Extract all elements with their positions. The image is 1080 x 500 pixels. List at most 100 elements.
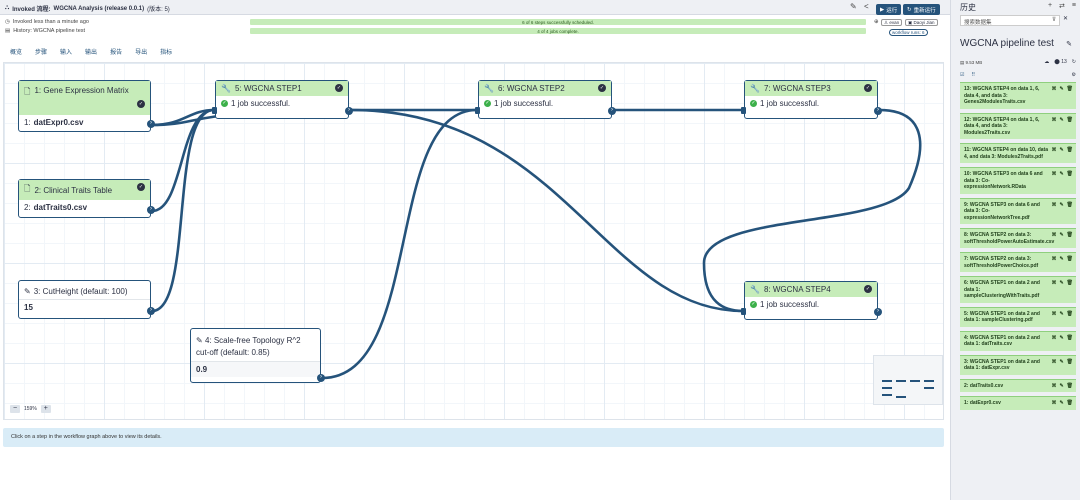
node-5-input-port[interactable]: [212, 107, 217, 114]
delete-icon[interactable]: 🗑: [1067, 400, 1073, 407]
run-button[interactable]: ▶ 运行: [876, 4, 902, 15]
node-7-output-port[interactable]: ›: [874, 107, 882, 115]
delete-icon[interactable]: 🗑: [1067, 117, 1073, 124]
delete-icon[interactable]: 🗑: [1067, 232, 1073, 239]
history-item[interactable]: 7: WGCNA STEP2 on data 3: softThresholdP…: [960, 252, 1076, 272]
workflow-minimap[interactable]: [873, 355, 943, 405]
history-item[interactable]: 4: WGCNA STEP1 on data 2 and data 1: dat…: [960, 330, 1076, 351]
view-icon[interactable]: ⌘: [1051, 359, 1056, 366]
view-icon[interactable]: ⌘: [1051, 117, 1056, 124]
new-history-icon[interactable]: +: [1048, 2, 1052, 10]
edit-icon[interactable]: ✎: [1059, 171, 1063, 178]
history-item[interactable]: 3: WGCNA STEP1 on data 2 and data 1: dat…: [960, 354, 1076, 375]
zoom-in-button[interactable]: +: [40, 405, 51, 413]
workflow-node-8[interactable]: 🔧 8: WGCNA STEP4 ✓ ✓ 1 job successful. ›: [741, 281, 882, 320]
node-6-output-port[interactable]: ›: [608, 107, 616, 115]
node-8-output-port[interactable]: ›: [874, 308, 882, 316]
node-2-output-port[interactable]: ›: [147, 206, 155, 214]
dataset-count[interactable]: ⬤ 13: [1054, 59, 1067, 65]
delete-icon[interactable]: 🗑: [1067, 256, 1073, 263]
workflow-node-1[interactable]: 🗋 1: Gene Expression Matrix ✓ 1: datExpr…: [18, 80, 155, 132]
delete-icon[interactable]: 🗑: [1067, 280, 1073, 287]
clear-search-icon[interactable]: ✕: [1063, 15, 1068, 22]
workflow-node-3[interactable]: ✎ 3: CutHeight (default: 100) 15 ›: [18, 280, 155, 319]
edit-icon[interactable]: ✎: [1059, 147, 1063, 154]
history-search-input[interactable]: 搜索数据集 ⊽: [960, 15, 1060, 26]
view-icon[interactable]: ⌘: [1051, 202, 1056, 209]
tab-outputs[interactable]: 输出: [85, 47, 97, 56]
delete-icon[interactable]: 🗑: [1067, 359, 1073, 366]
edit-icon[interactable]: ✎: [1059, 280, 1063, 287]
view-icon[interactable]: ⌘: [1051, 335, 1056, 342]
history-item[interactable]: 13: WGCNA STEP4 on data 1, 6, data 4, an…: [960, 82, 1076, 109]
filter-icon[interactable]: ⊽: [1052, 17, 1056, 23]
workflow-node-2[interactable]: 🗋 2: Clinical Traits Table ✓ 2: datTrait…: [18, 179, 155, 218]
rerun-button[interactable]: ↻ 重新运行: [903, 4, 940, 15]
workflow-node-7[interactable]: 🔧 7: WGCNA STEP3 ✓ ✓ 1 job successful. ›: [741, 80, 882, 119]
view-icon[interactable]: ⌘: [1051, 147, 1056, 154]
zoom-out-button[interactable]: −: [10, 405, 20, 413]
node-6-input-port[interactable]: [475, 107, 480, 114]
edit-icon[interactable]: ✎: [1059, 232, 1063, 239]
edit-icon[interactable]: ✎: [1059, 202, 1063, 209]
node-4-output-port[interactable]: ›: [317, 374, 325, 382]
edit-icon[interactable]: ✎: [1059, 400, 1063, 407]
edit-history-icon[interactable]: ✎: [1066, 40, 1072, 48]
delete-icon[interactable]: 🗑: [1067, 171, 1073, 178]
tab-inputs[interactable]: 输入: [60, 47, 72, 56]
tab-export[interactable]: 导出: [135, 47, 147, 56]
gear-icon[interactable]: ⚙: [1072, 72, 1076, 78]
edit-icon[interactable]: ✎: [850, 3, 857, 11]
workflow-canvas[interactable]: 🗋 1: Gene Expression Matrix ✓ 1: datExpr…: [3, 62, 944, 420]
delete-icon[interactable]: 🗑: [1067, 335, 1073, 342]
history-item[interactable]: 5: WGCNA STEP1 on data 2 and data 1: sam…: [960, 306, 1076, 327]
history-item[interactable]: 1: datExpr0.csv ⌘ ✎ 🗑: [960, 396, 1076, 410]
node-7-input-port[interactable]: [741, 107, 746, 114]
node-3-output-port[interactable]: ›: [147, 307, 155, 315]
history-item[interactable]: 11: WGCNA STEP4 on data 10, data 4, and …: [960, 143, 1076, 163]
delete-icon[interactable]: 🗑: [1067, 86, 1073, 93]
node-5-output-port[interactable]: ›: [345, 107, 353, 115]
delete-icon[interactable]: 🗑: [1067, 202, 1073, 209]
view-icon[interactable]: ⌘: [1051, 311, 1056, 318]
view-icon[interactable]: ⌘: [1051, 256, 1056, 263]
view-icon[interactable]: ⌘: [1051, 86, 1056, 93]
view-icon[interactable]: ⌘: [1051, 171, 1056, 178]
edit-icon[interactable]: ✎: [1059, 311, 1063, 318]
workflow-node-4[interactable]: ✎ 4: Scale-free Topology R^2 cut-off (de…: [190, 328, 325, 383]
refresh-icon[interactable]: ↻: [1072, 59, 1076, 65]
history-item[interactable]: 9: WGCNA STEP3 on data 6 and data 3: Co-…: [960, 197, 1076, 224]
delete-icon[interactable]: 🗑: [1067, 147, 1073, 154]
edit-icon[interactable]: ✎: [1059, 359, 1063, 366]
history-size[interactable]: ▤ 9.53 MB: [960, 60, 982, 66]
share-icon[interactable]: <: [864, 3, 869, 11]
view-icon[interactable]: ⌘: [1051, 280, 1056, 287]
view-icon[interactable]: ⌘: [1051, 383, 1056, 390]
history-item[interactable]: 8: WGCNA STEP2 on data 3: softThresholdP…: [960, 228, 1076, 248]
history-link[interactable]: ▤ History: WGCNA pipeline test: [5, 28, 85, 34]
node-8-input-port[interactable]: [741, 308, 746, 315]
history-item[interactable]: 12: WGCNA STEP4 on data 1, 6, data 4, an…: [960, 112, 1076, 139]
edit-icon[interactable]: ✎: [1059, 256, 1063, 263]
tab-report[interactable]: 报告: [110, 47, 122, 56]
delete-icon[interactable]: 🗑: [1067, 311, 1073, 318]
tab-overview[interactable]: 概览: [10, 47, 22, 56]
edit-icon[interactable]: ✎: [1059, 117, 1063, 124]
collapse-items-icon[interactable]: ⠿: [971, 72, 975, 78]
edit-icon[interactable]: ✎: [1059, 86, 1063, 93]
view-icon[interactable]: ⌘: [1051, 232, 1056, 239]
tab-metrics[interactable]: 指标: [160, 47, 172, 56]
history-item[interactable]: 10: WGCNA STEP3 on data 6 and data 3: Co…: [960, 167, 1076, 194]
edit-icon[interactable]: ✎: [1059, 335, 1063, 342]
select-items-icon[interactable]: ☑: [960, 72, 964, 78]
history-options-icon[interactable]: ≡: [1072, 2, 1076, 10]
workflow-node-6[interactable]: 🔧 6: WGCNA STEP2 ✓ ✓ 1 job successful. ›: [475, 80, 616, 119]
edit-icon[interactable]: ✎: [1059, 383, 1063, 390]
workflow-node-5[interactable]: 🔧 5: WGCNA STEP1 ✓ ✓ 1 job successful. ›: [212, 80, 353, 119]
delete-icon[interactable]: 🗑: [1067, 383, 1073, 390]
history-item[interactable]: 2: datTraits0.csv ⌘ ✎ 🗑: [960, 378, 1076, 392]
history-item[interactable]: 6: WGCNA STEP1 on data 2 and data 1: sam…: [960, 276, 1076, 303]
node-1-output-port[interactable]: ›: [147, 120, 155, 128]
workflow-runs-badge[interactable]: workflow runs: 6: [889, 29, 928, 36]
switch-history-icon[interactable]: ⇄: [1059, 2, 1065, 10]
